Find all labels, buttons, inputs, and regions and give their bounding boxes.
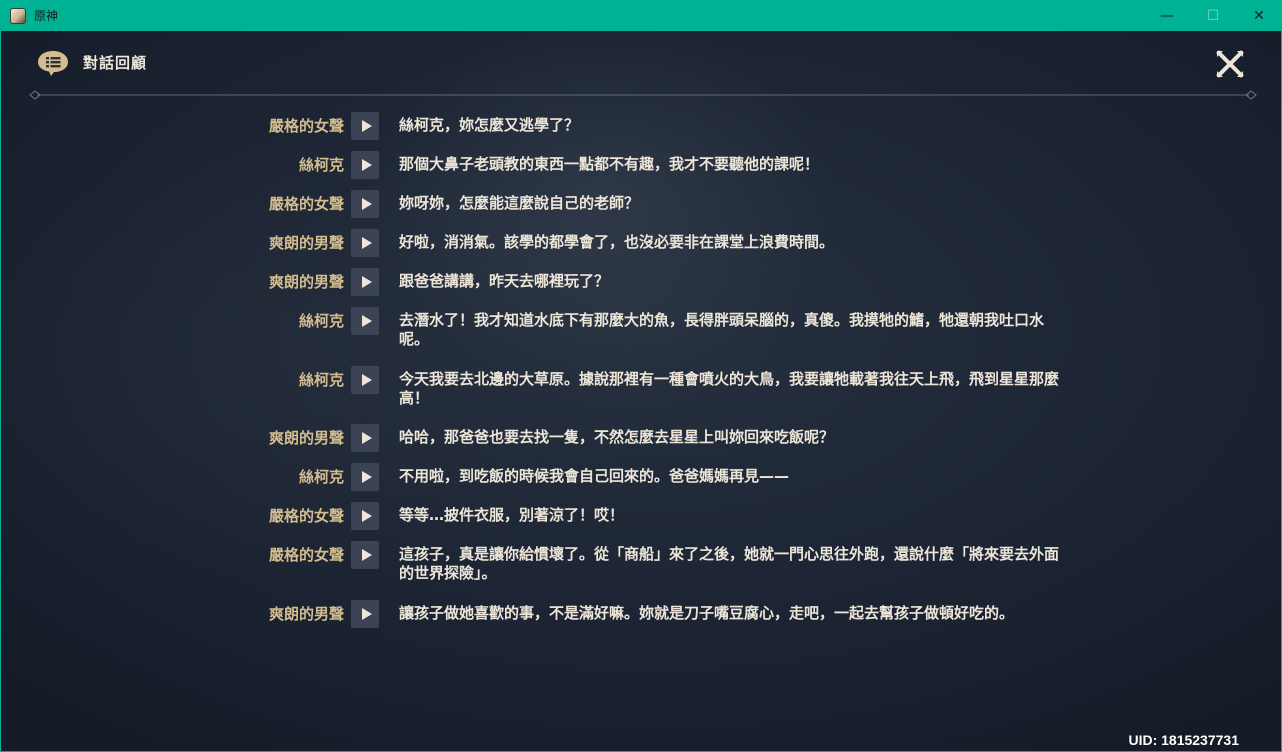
- play-icon: [361, 276, 372, 288]
- dialogue-text: 等等…披件衣服，別著涼了！哎！: [399, 506, 625, 524]
- play-voice-button[interactable]: [351, 541, 379, 569]
- play-icon: [361, 315, 372, 327]
- dialogue-text: 那個大鼻子老頭教的東西一點都不有趣，我才不要聽他的課呢！: [399, 155, 820, 173]
- app-icon: [10, 7, 26, 24]
- speaker-name: 嚴格的女聲: [268, 507, 344, 525]
- play-voice-button[interactable]: [351, 502, 379, 530]
- speaker-name: 爽朗的男聲: [268, 429, 344, 447]
- title-bar[interactable]: 原神 — ☐ ✕: [0, 0, 1282, 31]
- window-controls: — ☐ ✕: [1144, 0, 1282, 31]
- dialogue-review-panel: 對話回顧 嚴格的女聲 絲柯克，妳怎麼又逃學了？ 絲柯克 那個大鼻子老頭教的東西一點都不…: [0, 31, 1282, 752]
- play-voice-button[interactable]: [351, 190, 379, 218]
- panel-title: 對話回顧: [83, 54, 148, 72]
- speaker-name: 絲柯克: [298, 312, 344, 330]
- play-voice-button[interactable]: [351, 424, 379, 452]
- dialogue-text: 絲柯克，妳怎麼又逃學了？: [399, 116, 580, 134]
- dialogue-text: 好啦，消消氣。該學的都學會了，也沒必要非在課堂上浪費時間。: [399, 233, 835, 251]
- speaker-name: 絲柯克: [298, 468, 344, 486]
- dialogue-text: 哈哈，那爸爸也要去找一隻，不然怎麼去星星上叫妳回來吃飯呢？: [399, 428, 835, 446]
- speaker-name: 爽朗的男聲: [268, 605, 344, 623]
- play-voice-button[interactable]: [351, 229, 379, 257]
- speaker-name: 嚴格的女聲: [268, 117, 344, 135]
- play-icon: [361, 374, 372, 386]
- play-voice-button[interactable]: [351, 151, 379, 179]
- play-icon: [361, 471, 372, 483]
- speaker-name: 爽朗的男聲: [268, 234, 344, 252]
- play-icon: [361, 159, 372, 171]
- play-icon: [361, 198, 372, 210]
- play-voice-button[interactable]: [351, 268, 379, 296]
- speaker-name: 嚴格的女聲: [268, 195, 344, 213]
- header-divider: [29, 90, 1257, 100]
- dialogue-text: 這孩子，真是讓你給慣壞了。從「商船」來了之後，她就一門心思往外跑，還說什麼「將來…: [399, 545, 1060, 582]
- dialogue-text: 妳呀妳，怎麼能這麼說自己的老師？: [399, 194, 640, 212]
- play-voice-button[interactable]: [351, 366, 379, 394]
- dialogue-text: 今天我要去北邊的大草原。據說那裡有一種會噴火的大鳥，我要讓牠載著我往天上飛，飛到…: [399, 370, 1060, 407]
- maximize-button[interactable]: ☐: [1190, 0, 1236, 31]
- play-voice-button[interactable]: [351, 463, 379, 491]
- play-voice-button[interactable]: [351, 600, 379, 628]
- close-window-button[interactable]: ✕: [1236, 0, 1282, 31]
- speaker-name: 嚴格的女聲: [268, 546, 344, 564]
- dialogue-text: 讓孩子做她喜歡的事，不是滿好嘛。妳就是刀子嘴豆腐心，走吧，一起去幫孩子做頓好吃的…: [399, 604, 1015, 622]
- play-icon: [361, 432, 372, 444]
- window-title: 原神: [34, 9, 59, 23]
- play-icon: [361, 120, 372, 132]
- play-icon: [361, 608, 372, 620]
- play-icon: [361, 237, 372, 249]
- speaker-name: 絲柯克: [298, 371, 344, 389]
- speaker-name: 絲柯克: [298, 156, 344, 174]
- minimize-button[interactable]: —: [1144, 0, 1190, 31]
- play-icon: [361, 549, 372, 561]
- chat-bubble-icon: [38, 51, 68, 76]
- play-voice-button[interactable]: [351, 307, 379, 335]
- dialogue-text: 去潛水了！我才知道水底下有那麼大的魚，長得胖頭呆腦的，真傻。我摸牠的鰭，牠還朝我…: [399, 311, 1045, 348]
- close-x-icon[interactable]: [1215, 49, 1245, 79]
- speaker-name: 爽朗的男聲: [268, 273, 344, 291]
- play-voice-button[interactable]: [351, 112, 379, 140]
- dialogue-text: 跟爸爸講講，昨天去哪裡玩了？: [399, 272, 610, 290]
- panel-header: 對話回顧: [1, 31, 1281, 100]
- uid-label: UID: 1815237731: [1128, 732, 1239, 748]
- play-icon: [361, 510, 372, 522]
- dialogue-text: 不用啦，到吃飯的時候我會自己回來的。爸爸媽媽再見——: [399, 467, 790, 485]
